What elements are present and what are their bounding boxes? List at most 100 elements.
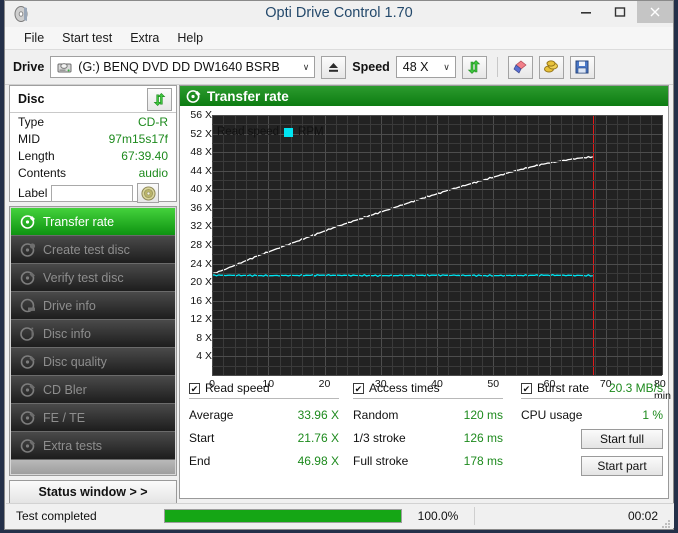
chart-gridline-h xyxy=(212,161,662,162)
disc-quality-icon xyxy=(20,354,36,370)
disc-create-icon xyxy=(20,242,36,258)
sidebar-nav: Transfer rate Create test disc Verify te… xyxy=(9,206,177,476)
chart-gridline-h xyxy=(212,245,662,246)
menu-item-extra[interactable]: Extra xyxy=(121,29,168,47)
drive-label: Drive xyxy=(13,60,45,74)
burst-rate-checkbox[interactable]: ✔ xyxy=(521,382,532,394)
sidebar-item-drive-info[interactable]: Drive info xyxy=(11,292,175,320)
chart-gridline-h xyxy=(212,264,662,265)
maximize-button[interactable] xyxy=(603,1,637,23)
start-part-button[interactable]: Start part xyxy=(581,456,663,476)
speed-select[interactable]: 48 X ∨ xyxy=(395,56,456,78)
save-button[interactable] xyxy=(569,55,595,79)
close-button[interactable] xyxy=(637,1,673,23)
toolbar-divider xyxy=(496,57,498,77)
access-times-checkbox[interactable]: ✔ xyxy=(353,382,364,394)
disc-test-icon xyxy=(186,89,201,104)
disc-row-key: Contents xyxy=(18,165,67,180)
minimize-button[interactable] xyxy=(569,1,603,23)
row-value: 46.98 X xyxy=(297,454,339,468)
panel-title: Transfer rate xyxy=(207,88,289,104)
transfer-rate-chart[interactable]: 4 X 8 X 12 X 16 X 20 X 24 X 28 X 32 X 36 X 40 X 44… xyxy=(180,106,671,402)
sidebar-item-cd-bler[interactable]: CD Bler xyxy=(11,376,175,404)
disc-refresh-button[interactable] xyxy=(147,87,172,111)
row-key: 1/3 stroke xyxy=(353,431,406,445)
start-part-label: Start part xyxy=(597,459,647,473)
legend-rpm-swatch xyxy=(284,127,294,137)
sidebar-item-extra-tests[interactable]: Extra tests xyxy=(11,432,175,460)
sidebar-item-verify-test-disc[interactable]: Verify test disc xyxy=(11,264,175,292)
chart-y-tick-label: 32 X xyxy=(190,220,212,233)
menu-item-start-test[interactable]: Start test xyxy=(53,29,121,47)
legend-rpm: RPM xyxy=(298,126,324,138)
disc-label-row: Label xyxy=(10,181,176,203)
disc-extra-icon xyxy=(20,438,36,454)
chart-gridline-h xyxy=(212,310,662,311)
drive-select[interactable]: (G:) BENQ DVD DD DW1640 BSRB ∨ xyxy=(50,56,316,78)
panel-header: Transfer rate xyxy=(180,86,668,106)
sidebar-item-disc-quality[interactable]: Disc quality xyxy=(11,348,175,376)
sidebar-item-disc-info[interactable]: Disc info xyxy=(11,320,175,348)
row-key: Start xyxy=(189,431,215,445)
disc-row-contents: Contents audio xyxy=(10,164,176,181)
resize-grip-icon[interactable] xyxy=(661,515,671,528)
chevron-down-icon: ∨ xyxy=(302,62,310,72)
refresh-button[interactable] xyxy=(461,55,487,79)
chart-gridline-h xyxy=(212,124,662,125)
status-window-button[interactable]: Status window > > xyxy=(9,480,177,504)
chart-gridline-h xyxy=(212,254,662,255)
sidebar-item-fe-te[interactable]: FE / TE xyxy=(11,404,175,432)
legend-read-speed: Read speed xyxy=(217,126,280,138)
chart-gridline-h xyxy=(212,338,662,339)
read-speed-average-row: Average 33.96 X xyxy=(189,408,339,422)
sidebar-item-label: Verify test disc xyxy=(43,270,124,285)
chart-gridline-h xyxy=(212,356,662,357)
chart-gridline-v xyxy=(662,115,663,375)
disc-label-read-button[interactable] xyxy=(137,183,160,203)
chart-plot-area xyxy=(212,115,663,376)
row-value: 120 ms xyxy=(463,408,503,422)
disc-row-key: MID xyxy=(18,131,40,146)
coins-button[interactable] xyxy=(538,55,564,79)
chart-gridline-h xyxy=(212,180,662,181)
disc-panel-header: Disc xyxy=(10,86,176,113)
read-speed-header: ✔ Read speed xyxy=(189,381,339,399)
start-full-button[interactable]: Start full xyxy=(581,429,663,449)
sidebar-item-transfer-rate[interactable]: Transfer rate xyxy=(11,208,175,236)
burst-rate-label: Burst rate xyxy=(537,381,590,395)
eject-button[interactable] xyxy=(321,55,347,79)
access-times-label: Access times xyxy=(369,381,440,395)
drive-icon xyxy=(57,60,72,75)
menu-item-file[interactable]: File xyxy=(15,29,53,47)
right-panel: Transfer rate 4 X 8 X 12 X 16 X 20 X 24 X 28 X… xyxy=(179,85,671,499)
drive-value: (G:) BENQ DVD DD DW1640 BSRB xyxy=(78,60,280,74)
chart-gridline-h xyxy=(212,199,662,200)
chart-y-tick-label: 28 X xyxy=(190,239,212,251)
menu-item-help[interactable]: Help xyxy=(168,29,212,47)
chart-gridline-h xyxy=(212,375,662,376)
start-full-label: Start full xyxy=(599,432,644,446)
cpu-usage-row: CPU usage 1 % xyxy=(521,408,663,422)
progress-bar-fill xyxy=(165,510,401,522)
row-key: Random xyxy=(353,408,399,422)
disc-row-value: audio xyxy=(138,165,168,180)
access-full-stroke-row: Full stroke 178 ms xyxy=(353,454,503,468)
disc-label-key: Label xyxy=(18,186,48,200)
disc-row-mid: MID 97m15s17f xyxy=(10,130,176,147)
chart-gridline-h xyxy=(212,329,662,330)
disc-row-type: Type CD-R xyxy=(10,113,176,130)
row-key: CPU usage xyxy=(521,408,583,422)
sidebar-item-create-test-disc[interactable]: Create test disc xyxy=(11,236,175,264)
disc-row-key: Length xyxy=(18,148,55,163)
disc-bler-icon xyxy=(20,382,36,398)
read-speed-checkbox[interactable]: ✔ xyxy=(189,382,200,394)
chart-gridline-h xyxy=(212,217,662,218)
row-key: Full stroke xyxy=(353,454,409,468)
erase-button[interactable] xyxy=(507,55,533,79)
elapsed-time: 00:02 xyxy=(627,509,658,523)
chart-y-tick-label: 8 X xyxy=(196,331,212,344)
chart-gridline-h xyxy=(212,282,662,283)
access-times-group: ✔ Access times Random 120 ms 1/3 stroke … xyxy=(353,381,503,468)
disc-label-input[interactable] xyxy=(51,184,134,202)
disc-panel-title: Disc xyxy=(18,92,45,106)
